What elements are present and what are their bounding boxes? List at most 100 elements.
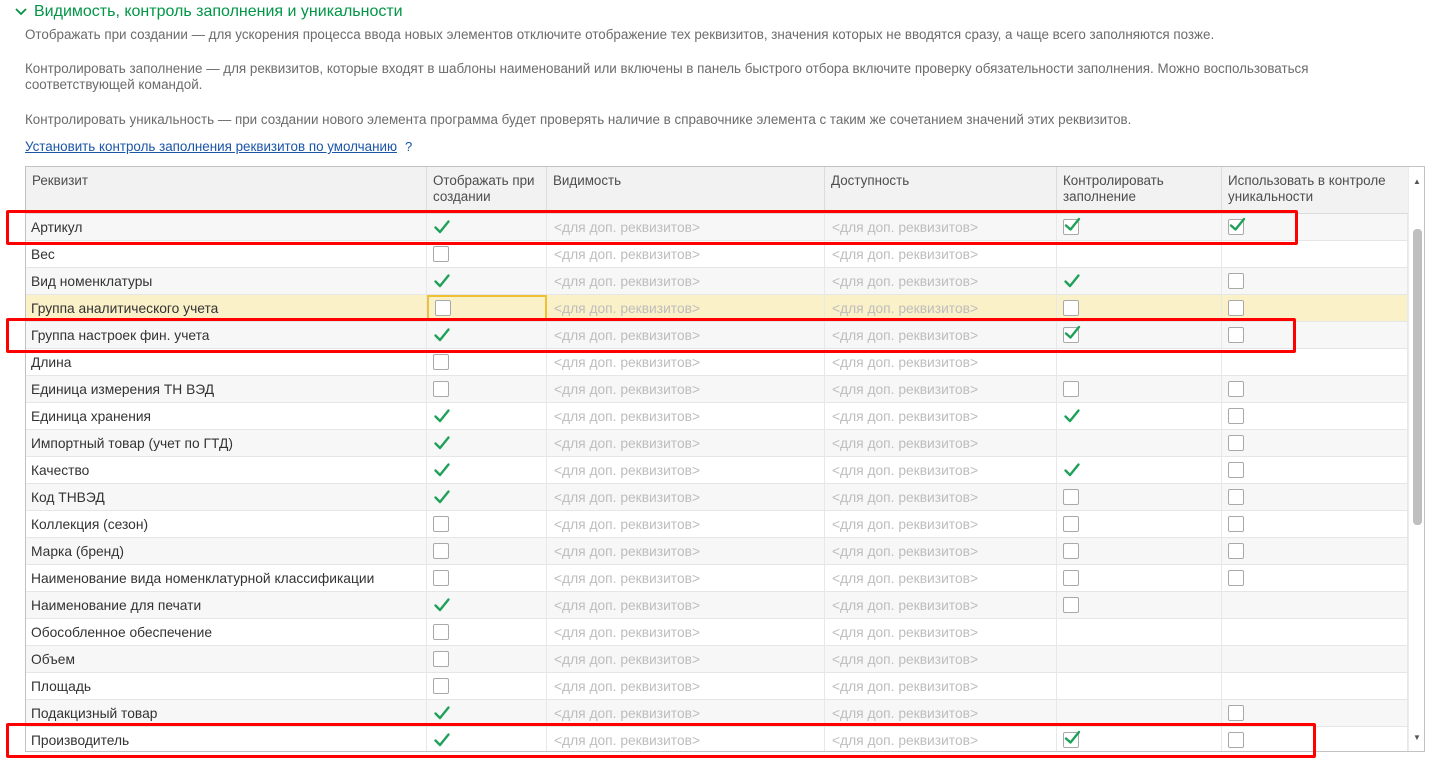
- checkbox-icon[interactable]: [433, 543, 449, 559]
- green-check-icon[interactable]: [1063, 461, 1081, 479]
- cell-uniqueness[interactable]: [1222, 430, 1408, 456]
- cell-availability[interactable]: <для доп. реквизитов>: [825, 295, 1057, 321]
- cell-uniqueness[interactable]: [1222, 214, 1408, 240]
- cell-visibility[interactable]: <для доп. реквизитов>: [547, 565, 825, 591]
- green-check-icon[interactable]: [433, 434, 451, 452]
- cell-uniqueness[interactable]: [1222, 241, 1408, 267]
- cell-control-fill[interactable]: [1057, 430, 1222, 456]
- cell-control-fill[interactable]: [1057, 376, 1222, 402]
- green-check-icon[interactable]: [1063, 407, 1081, 425]
- checkbox-icon[interactable]: [1228, 300, 1244, 316]
- checkbox-icon[interactable]: [1228, 732, 1244, 748]
- column-header-visibility[interactable]: Видимость: [547, 167, 825, 213]
- cell-show-on-create[interactable]: [427, 727, 547, 751]
- table-row[interactable]: Наименование для печати <для доп. реквизи…: [26, 592, 1408, 619]
- table-row[interactable]: Вес <для доп. реквизитов> <для доп. реквиз…: [26, 241, 1408, 268]
- cell-control-fill[interactable]: [1057, 403, 1222, 429]
- checkbox-icon[interactable]: [433, 354, 449, 370]
- checkbox-icon[interactable]: [435, 300, 451, 316]
- table-row[interactable]: Площадь <для доп. реквизитов> <для доп. ре…: [26, 673, 1408, 700]
- cell-show-on-create[interactable]: [427, 646, 547, 672]
- cell-show-on-create[interactable]: [427, 484, 547, 510]
- checkbox-icon[interactable]: [1228, 217, 1246, 235]
- cell-show-on-create[interactable]: [427, 430, 547, 456]
- scroll-up-icon[interactable]: ▲: [1409, 173, 1424, 189]
- green-check-icon[interactable]: [433, 731, 451, 749]
- checkbox-icon[interactable]: [1228, 327, 1244, 343]
- checkbox-icon[interactable]: [1063, 597, 1079, 613]
- cell-control-fill[interactable]: [1057, 241, 1222, 267]
- table-row[interactable]: Обособленное обеспечение <для доп. реквиз…: [26, 619, 1408, 646]
- cell-availability[interactable]: <для доп. реквизитов>: [825, 646, 1057, 672]
- cell-visibility[interactable]: <для доп. реквизитов>: [547, 430, 825, 456]
- cell-uniqueness[interactable]: [1222, 268, 1408, 294]
- checkbox-icon[interactable]: [433, 570, 449, 586]
- green-check-icon[interactable]: [1063, 272, 1081, 290]
- column-header-availability[interactable]: Доступность: [825, 167, 1057, 213]
- scroll-down-icon[interactable]: ▼: [1409, 729, 1424, 745]
- column-header-show-on-create[interactable]: Отображать при создании: [427, 167, 547, 213]
- checkbox-icon[interactable]: [433, 678, 449, 694]
- cell-visibility[interactable]: <для доп. реквизитов>: [547, 511, 825, 537]
- cell-control-fill[interactable]: [1057, 727, 1222, 751]
- checkbox-icon[interactable]: [1228, 516, 1244, 532]
- scrollbar-thumb[interactable]: [1413, 229, 1422, 525]
- table-row[interactable]: Код ТНВЭД <для доп. реквизитов> <для доп. …: [26, 484, 1408, 511]
- cell-uniqueness[interactable]: [1222, 700, 1408, 726]
- table-row[interactable]: Подакцизный товар <для доп. реквизитов> <д…: [26, 700, 1408, 727]
- checkbox-icon[interactable]: [1063, 489, 1079, 505]
- cell-control-fill[interactable]: [1057, 673, 1222, 699]
- checkbox-icon[interactable]: [1228, 489, 1244, 505]
- cell-uniqueness[interactable]: [1222, 538, 1408, 564]
- cell-uniqueness[interactable]: [1222, 673, 1408, 699]
- checkbox-icon[interactable]: [1228, 381, 1244, 397]
- cell-show-on-create[interactable]: [427, 619, 547, 645]
- cell-visibility[interactable]: <для доп. реквизитов>: [547, 322, 825, 348]
- cell-control-fill[interactable]: [1057, 295, 1222, 321]
- table-row[interactable]: Наименование вида номенклатурной классиф…: [26, 565, 1408, 592]
- table-row[interactable]: Вид номенклатуры <для доп. реквизитов> <дл…: [26, 268, 1408, 295]
- cell-show-on-create[interactable]: [427, 214, 547, 240]
- cell-availability[interactable]: <для доп. реквизитов>: [825, 430, 1057, 456]
- cell-visibility[interactable]: <для доп. реквизитов>: [547, 646, 825, 672]
- cell-availability[interactable]: <для доп. реквизитов>: [825, 376, 1057, 402]
- green-check-icon[interactable]: [433, 326, 451, 344]
- cell-uniqueness[interactable]: [1222, 727, 1408, 751]
- checkbox-icon[interactable]: [1063, 516, 1079, 532]
- cell-show-on-create[interactable]: [427, 295, 547, 321]
- cell-availability[interactable]: <для доп. реквизитов>: [825, 214, 1057, 240]
- cell-visibility[interactable]: <для доп. реквизитов>: [547, 376, 825, 402]
- green-check-icon[interactable]: [433, 272, 451, 290]
- cell-show-on-create[interactable]: [427, 241, 547, 267]
- cell-uniqueness[interactable]: [1222, 457, 1408, 483]
- checkbox-icon[interactable]: [1228, 543, 1244, 559]
- checkbox-icon[interactable]: [433, 381, 449, 397]
- checkbox-icon[interactable]: [433, 516, 449, 532]
- cell-show-on-create[interactable]: [427, 268, 547, 294]
- table-row[interactable]: Коллекция (сезон) <для доп. реквизитов> <д…: [26, 511, 1408, 538]
- green-check-icon[interactable]: [433, 596, 451, 614]
- cell-visibility[interactable]: <для доп. реквизитов>: [547, 538, 825, 564]
- cell-show-on-create[interactable]: [427, 592, 547, 618]
- green-check-icon[interactable]: [433, 407, 451, 425]
- cell-show-on-create[interactable]: [427, 376, 547, 402]
- cell-availability[interactable]: <для доп. реквизитов>: [825, 322, 1057, 348]
- cell-show-on-create[interactable]: [427, 511, 547, 537]
- cell-control-fill[interactable]: [1057, 646, 1222, 672]
- checkbox-icon[interactable]: [433, 651, 449, 667]
- vertical-scrollbar[interactable]: ▲ ▼: [1408, 167, 1424, 751]
- set-default-control-link[interactable]: Установить контроль заполнения реквизито…: [25, 139, 397, 154]
- green-check-icon[interactable]: [433, 704, 451, 722]
- table-row[interactable]: Длина <для доп. реквизитов> <для доп. рекв…: [26, 349, 1408, 376]
- checkbox-icon[interactable]: [1063, 325, 1081, 343]
- cell-uniqueness[interactable]: [1222, 295, 1408, 321]
- cell-control-fill[interactable]: [1057, 619, 1222, 645]
- green-check-icon[interactable]: [433, 488, 451, 506]
- cell-show-on-create[interactable]: [427, 538, 547, 564]
- green-check-icon[interactable]: [433, 218, 451, 236]
- table-row[interactable]: Производитель <для доп. реквизитов> <для д…: [26, 727, 1408, 751]
- cell-uniqueness[interactable]: [1222, 565, 1408, 591]
- cell-availability[interactable]: <для доп. реквизитов>: [825, 700, 1057, 726]
- cell-show-on-create[interactable]: [427, 565, 547, 591]
- cell-uniqueness[interactable]: [1222, 646, 1408, 672]
